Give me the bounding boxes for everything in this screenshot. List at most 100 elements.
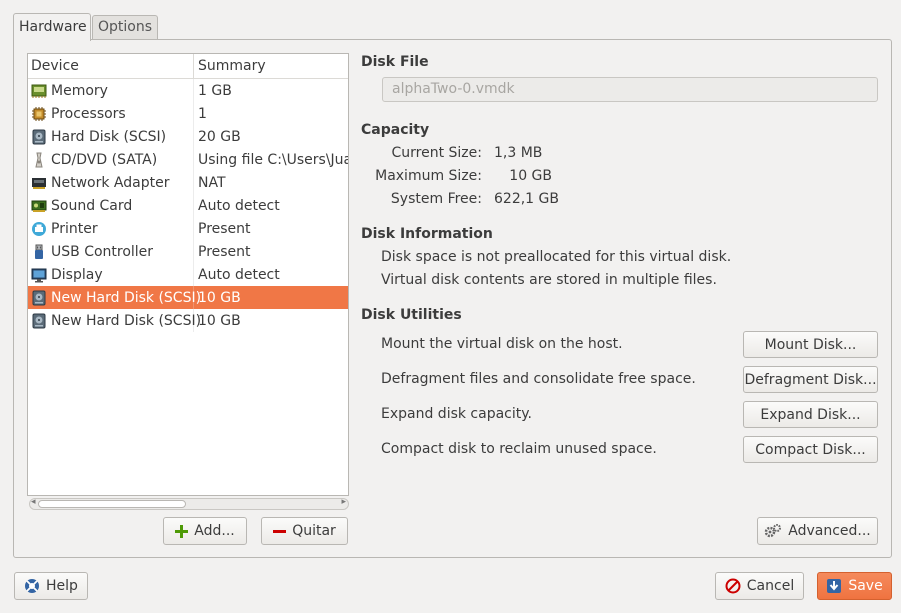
tab-hardware[interactable]: Hardware — [13, 13, 91, 41]
cd-dvd-icon — [31, 152, 47, 168]
device-name-label: Printer — [51, 220, 98, 237]
disk-utilities-heading: Disk Utilities — [361, 307, 462, 323]
system-free-label: System Free: — [390, 191, 482, 207]
device-summary-cell: Auto detect — [198, 197, 280, 214]
scroll-right-icon[interactable]: ▸ — [341, 497, 346, 507]
disk-file-heading: Disk File — [361, 54, 429, 70]
advanced-button-label: Advanced... — [788, 523, 871, 539]
network-adapter-icon — [31, 175, 47, 191]
device-summary-cell: 1 — [198, 105, 207, 122]
column-header-summary[interactable]: Summary — [194, 54, 348, 78]
device-name-label: CD/DVD (SATA) — [51, 151, 158, 168]
disk-file-field: alphaTwo-0.vmdk — [382, 77, 878, 102]
device-name-cell: Processors — [28, 102, 194, 125]
device-name-cell: New Hard Disk (SCSI) — [28, 286, 201, 309]
help-button-label: Help — [46, 578, 78, 594]
compact-disk-button[interactable]: Compact Disk... — [743, 436, 878, 463]
add-device-button[interactable]: Add... — [163, 517, 247, 545]
device-summary-cell: Using file C:\Users\Jua — [198, 151, 348, 168]
device-name-cell: Hard Disk (SCSI) — [28, 125, 194, 148]
device-row[interactable]: CD/DVD (SATA) Using file C:\Users\Jua — [28, 148, 348, 171]
add-button-label: Add... — [194, 523, 235, 539]
current-size-label: Current Size: — [391, 145, 483, 161]
device-name-label: Hard Disk (SCSI) — [51, 128, 167, 145]
device-name-label: Network Adapter — [51, 174, 170, 191]
display-icon — [31, 267, 47, 283]
device-name-label: USB Controller — [51, 243, 154, 260]
hard-disk-icon — [31, 290, 47, 306]
gears-icon — [764, 524, 782, 538]
device-row[interactable]: Sound Card Auto detect — [28, 194, 348, 217]
defragment-disk-button[interactable]: Defragment Disk... — [743, 366, 878, 393]
device-name-cell: USB Controller — [28, 240, 194, 263]
memory-icon — [31, 83, 47, 99]
device-row[interactable]: Network Adapter NAT — [28, 171, 348, 194]
scroll-left-icon[interactable]: ◂ — [31, 497, 36, 507]
sound-card-icon — [31, 198, 47, 214]
processor-icon — [31, 106, 47, 122]
device-summary-cell: Auto detect — [198, 266, 280, 283]
device-summary-cell: Present — [198, 220, 251, 237]
device-row[interactable]: Hard Disk (SCSI) 20 GB — [28, 125, 348, 148]
device-name-cell: Memory — [28, 79, 194, 102]
device-name-cell: New Hard Disk (SCSI) — [28, 309, 201, 332]
cancel-button-label: Cancel — [746, 578, 795, 594]
remove-device-button[interactable]: Quitar — [261, 517, 348, 545]
device-row[interactable]: Memory 1 GB — [28, 79, 348, 102]
maximum-size-label: Maximum Size: — [375, 168, 482, 184]
expand-disk-button[interactable]: Expand Disk... — [743, 401, 878, 428]
advanced-button[interactable]: Advanced... — [757, 517, 878, 545]
device-summary-cell: 10 GB — [198, 289, 241, 306]
device-name-cell: Network Adapter — [28, 171, 194, 194]
help-icon — [25, 579, 40, 593]
device-list-header: Device Summary — [28, 54, 348, 79]
help-button[interactable]: Help — [14, 572, 88, 600]
device-row[interactable]: New Hard Disk (SCSI) 10 GB — [28, 309, 348, 332]
hard-disk-icon — [31, 129, 47, 145]
device-name-cell: CD/DVD (SATA) — [28, 148, 194, 171]
defragment-disk-description: Defragment files and consolidate free sp… — [381, 371, 696, 387]
printer-icon — [31, 221, 47, 237]
device-summary-cell: Present — [198, 243, 251, 260]
save-download-icon — [827, 579, 842, 593]
save-button-label: Save — [848, 578, 883, 594]
hard-disk-icon — [31, 313, 47, 329]
minus-icon — [273, 529, 287, 533]
device-name-label: Display — [51, 266, 103, 283]
disk-information-heading: Disk Information — [361, 226, 493, 242]
device-name-cell: Printer — [28, 217, 194, 240]
device-list-hscrollbar[interactable]: ◂ ▸ — [29, 497, 349, 510]
save-button[interactable]: Save — [817, 572, 892, 600]
device-row[interactable]: Printer Present — [28, 217, 348, 240]
scroll-thumb[interactable] — [38, 500, 186, 508]
capacity-heading: Capacity — [361, 122, 430, 138]
mount-disk-button[interactable]: Mount Disk... — [743, 331, 878, 358]
cancel-icon — [725, 578, 741, 594]
device-name-label: Memory — [51, 82, 108, 99]
device-row[interactable]: New Hard Disk (SCSI) 10 GB — [28, 286, 348, 309]
maximum-size-value: 10 GB — [509, 168, 552, 184]
remove-button-label: Quitar — [292, 523, 336, 539]
column-header-device[interactable]: Device — [28, 54, 194, 78]
device-summary-cell: 10 GB — [198, 312, 241, 329]
disk-info-line-1: Disk space is not preallocated for this … — [381, 249, 732, 265]
device-name-label: New Hard Disk (SCSI) — [51, 289, 202, 306]
device-row[interactable]: Display Auto detect — [28, 263, 348, 286]
compact-disk-description: Compact disk to reclaim unused space. — [381, 441, 657, 457]
cancel-button[interactable]: Cancel — [715, 572, 804, 600]
device-summary-cell: 1 GB — [198, 82, 232, 99]
tab-options[interactable]: Options — [92, 15, 158, 40]
disk-info-line-2: Virtual disk contents are stored in mult… — [381, 272, 717, 288]
device-name-label: Processors — [51, 105, 126, 122]
device-row[interactable]: USB Controller Present — [28, 240, 348, 263]
system-free-value: 622,1 GB — [494, 191, 559, 207]
expand-disk-description: Expand disk capacity. — [381, 406, 532, 422]
device-summary-cell: 20 GB — [198, 128, 241, 145]
current-size-value: 1,3 MB — [494, 145, 543, 161]
usb-icon — [31, 244, 47, 260]
plus-icon — [175, 524, 189, 538]
device-list[interactable]: Device Summary Memory 1 GB Processors 1 Hard… — [27, 53, 349, 496]
device-row[interactable]: Processors 1 — [28, 102, 348, 125]
device-name-label: New Hard Disk (SCSI) — [51, 312, 202, 329]
device-name-label: Sound Card — [51, 197, 133, 214]
